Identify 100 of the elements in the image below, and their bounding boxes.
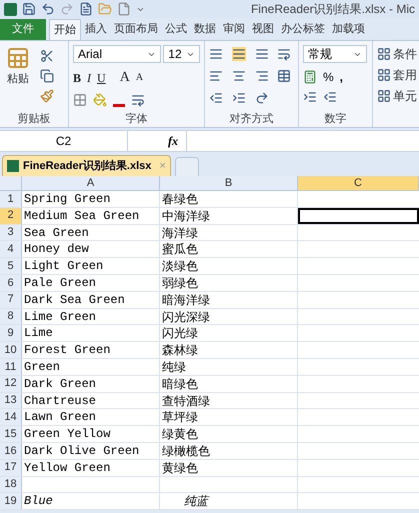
table-cell: 蜜瓜色 <box>162 242 198 256</box>
ribbon-tab[interactable]: 加载项 <box>329 19 368 40</box>
new-file-icon[interactable] <box>117 2 131 16</box>
percent-button[interactable]: % <box>323 68 334 86</box>
wrap-text-icon[interactable] <box>277 47 292 61</box>
row-header[interactable]: 7 <box>0 292 22 308</box>
row-header[interactable]: 14 <box>0 409 22 426</box>
comma-button[interactable]: , <box>340 68 344 86</box>
row-header[interactable]: 9 <box>0 325 22 342</box>
table-cell: 海洋绿 <box>162 226 198 240</box>
underline-button[interactable]: U <box>97 68 106 86</box>
row-header[interactable]: 11 <box>0 358 22 375</box>
name-box[interactable]: C2 <box>0 131 128 151</box>
table-cell: Lime Green <box>24 310 96 324</box>
column-header[interactable]: C <box>298 176 419 190</box>
table-cell: Spring Green <box>24 192 110 206</box>
align-left-icon[interactable] <box>209 69 223 83</box>
table-cell: Yellow Green <box>24 460 110 475</box>
ribbon-tab[interactable]: 页面布局 <box>111 19 161 40</box>
grid-icon <box>377 89 391 103</box>
group-label: 数字 <box>324 112 348 127</box>
fill-color-icon[interactable] <box>93 93 107 107</box>
row-header[interactable]: 12 <box>0 376 22 392</box>
table-cell: Chartreuse <box>24 394 96 408</box>
table-cell: 中海洋绿 <box>162 208 210 223</box>
font-name-field[interactable]: Arial <box>73 45 162 63</box>
table-cell: Light Green <box>24 259 104 274</box>
ribbon-tab[interactable]: 办公标签 <box>278 19 328 40</box>
align-middle-icon[interactable] <box>232 47 246 61</box>
table-cell: 查特酒绿 <box>162 394 210 408</box>
fx-label[interactable]: fx <box>168 132 178 150</box>
table-cell: Honey dew <box>24 242 89 256</box>
table-cell: Medium Sea Green <box>24 208 140 223</box>
grid-icon <box>377 47 391 61</box>
undo-icon[interactable] <box>41 2 55 16</box>
row-header[interactable]: 1 <box>0 191 22 207</box>
row-header[interactable]: 6 <box>0 274 22 291</box>
shrink-font-button[interactable]: A <box>136 70 144 85</box>
table-cell: 纯蓝 <box>184 494 208 508</box>
cut-icon[interactable] <box>40 49 54 63</box>
selected-cell[interactable] <box>298 208 419 224</box>
styles-button[interactable]: 套用 <box>377 66 417 84</box>
paste-button[interactable]: 粘贴 <box>4 45 32 103</box>
copy-icon[interactable] <box>40 69 54 83</box>
styles-button[interactable]: 条件 <box>377 45 417 63</box>
ribbon-tab[interactable]: 插入 <box>82 19 110 40</box>
grow-font-button[interactable]: A <box>120 67 130 88</box>
align-right-icon[interactable] <box>254 69 268 83</box>
file-menu-tab[interactable]: 文件 <box>0 19 46 40</box>
table-cell: 暗绿色 <box>162 376 198 391</box>
row-header[interactable]: 4 <box>0 241 22 258</box>
group-label: 对齐方式 <box>228 112 274 127</box>
row-header[interactable]: 8 <box>0 308 22 324</box>
excel-logo-icon <box>4 2 17 16</box>
ribbon-tab[interactable]: 开始 <box>49 19 81 40</box>
ribbon-tab[interactable]: 审阅 <box>220 19 248 40</box>
row-header[interactable]: 17 <box>0 460 22 476</box>
table-cell: 纯绿 <box>162 360 186 374</box>
row-header[interactable]: 13 <box>0 392 22 408</box>
document-icon[interactable] <box>79 2 93 16</box>
table-cell: Dark Green <box>24 376 96 391</box>
table-cell: 春绿色 <box>162 192 198 206</box>
row-header[interactable]: 19 <box>0 493 22 510</box>
font-size-field[interactable]: 12 <box>163 45 200 63</box>
workbook-tab[interactable]: FineReader识别结果.xlsx × <box>2 155 171 176</box>
merge-icon[interactable] <box>277 69 292 83</box>
row-header[interactable]: 15 <box>0 426 22 442</box>
table-cell: 闪光深绿 <box>162 310 210 324</box>
italic-button[interactable]: I <box>87 68 92 86</box>
indent-increase-icon[interactable] <box>232 91 246 105</box>
column-header[interactable]: A <box>22 176 160 190</box>
row-header[interactable]: 10 <box>0 342 22 358</box>
grid-icon <box>377 68 391 82</box>
table-cell: 弱绿色 <box>162 276 198 290</box>
row-header[interactable]: 3 <box>0 224 22 240</box>
format-painter-icon[interactable] <box>40 89 54 103</box>
bold-button[interactable]: B <box>73 68 82 86</box>
table-cell: Lime <box>24 326 53 340</box>
ribbon-tab[interactable]: 数据 <box>191 19 219 40</box>
group-label: 剪贴板 <box>16 112 52 127</box>
row-header[interactable]: 18 <box>0 476 22 492</box>
styles-button[interactable]: 单元 <box>377 87 417 105</box>
table-cell: Dark Sea Green <box>24 292 125 307</box>
table-cell: 淡绿色 <box>162 259 198 274</box>
row-header[interactable]: 2 <box>0 208 22 224</box>
ribbon-tab[interactable]: 公式 <box>162 19 190 40</box>
row-header[interactable]: 16 <box>0 442 22 459</box>
align-center-icon[interactable] <box>232 69 246 83</box>
table-cell: Green Yellow <box>24 427 110 442</box>
borders-icon[interactable] <box>73 93 87 107</box>
ribbon-tab[interactable]: 视图 <box>249 19 277 40</box>
save-icon[interactable] <box>22 2 36 16</box>
table-cell: Pale Green <box>24 276 96 290</box>
number-format-field[interactable]: 常规 <box>303 45 367 63</box>
table-cell: 黄绿色 <box>162 460 198 475</box>
table-cell: 绿黄色 <box>162 427 198 442</box>
table-cell: Lawn Green <box>24 410 96 424</box>
table-cell: 草坪绿 <box>162 410 198 424</box>
indent-decrease-icon[interactable] <box>209 91 223 105</box>
row-header[interactable]: 5 <box>0 258 22 274</box>
